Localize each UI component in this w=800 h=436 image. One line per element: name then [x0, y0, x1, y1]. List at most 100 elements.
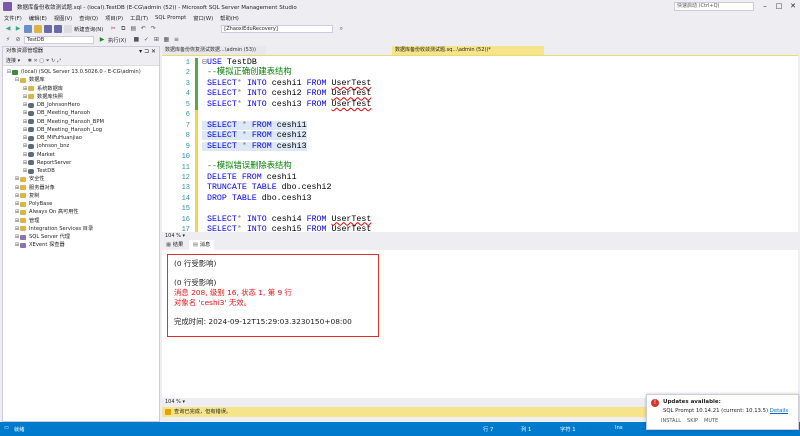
plan-icon[interactable]: ⊞ [152, 36, 160, 44]
tree-node[interactable]: ⊞ Market [3, 151, 159, 159]
tree-node-label: Always On 高可用性 [29, 209, 79, 216]
minimize-button[interactable]: – [758, 0, 772, 13]
menu-item[interactable]: 编辑(E) [29, 14, 47, 22]
tree-node[interactable]: ⊞ 服务器对象 [3, 184, 159, 192]
panel-pin-icon[interactable]: ▾ ⊐ ✕ [139, 47, 156, 56]
line-number: 5 [185, 100, 190, 109]
tree-node[interactable]: ⊟ 数据库 [3, 76, 159, 84]
editor-zoom-level[interactable]: 104 % ▾ [162, 232, 798, 240]
forward-icon[interactable]: ▶ [14, 25, 22, 33]
tree-node[interactable]: ⊞ DB_MiFuHuanjiao [3, 134, 159, 142]
execute-icon[interactable]: ▶ [98, 36, 106, 44]
misc-icon [20, 242, 26, 248]
tree-node-label: DB_JohnsonHero [37, 102, 80, 108]
tree-node[interactable]: ⊞ johnson_bnz [3, 142, 159, 150]
tree-node[interactable]: ⊞ PolyBase [3, 200, 159, 208]
folder-icon [20, 185, 26, 191]
connect-dropdown[interactable]: 连接 ▾ [6, 58, 20, 64]
new-query-button[interactable]: 新建查询(N) [74, 25, 103, 33]
parse-icon[interactable]: ✓ [142, 36, 150, 44]
stop-icon[interactable]: ■ [132, 36, 140, 44]
folder-icon [20, 226, 26, 232]
notification-action-button[interactable]: INSTALL [661, 418, 681, 424]
standard-toolbar: ◀ ▶ 新建查询(N) ✂ ⧉ ▤ ↶ ↷ [ZhaoxiEduRecovery… [0, 23, 800, 34]
redo-icon[interactable]: ↷ [149, 25, 157, 33]
new-file-icon[interactable] [24, 24, 32, 33]
code-line: DROP TABLE dbo.ceshi3 [202, 193, 312, 203]
tree-node-label: 复制 [29, 192, 40, 199]
line-number: 14 [181, 194, 190, 203]
comment-icon[interactable]: ≡ [172, 36, 180, 44]
copy-icon[interactable]: ⧉ [119, 25, 127, 33]
tree-node[interactable]: ⊞ DB_Meeting_Hansoh_Log [3, 126, 159, 134]
available-databases-combo[interactable]: TestDB [24, 35, 94, 44]
details-link[interactable]: Details [770, 408, 788, 414]
menu-item[interactable]: 帮助(H) [220, 14, 239, 22]
tree-node-label: TestDB [37, 168, 55, 174]
tab-results[interactable]: ▦ 结果 [162, 240, 187, 250]
tree-node[interactable]: ⊞ 复制 [3, 192, 159, 200]
open-folder-icon[interactable] [34, 24, 42, 33]
database-combo[interactable]: [ZhaoxiEduRecovery] [221, 24, 334, 33]
tree-node-label: 数据库 [29, 77, 45, 84]
maximize-button[interactable]: □ [772, 0, 786, 13]
code-line: --模拟正确创建表结构 [202, 68, 292, 78]
search-icon[interactable]: ⌕ [337, 25, 345, 33]
quick-launch-input[interactable]: 快速启动 (Ctrl+Q) [674, 2, 754, 11]
tree-node[interactable]: ⊞ DB_Meeting_Hansoh_BPM [3, 118, 159, 126]
connect-icon[interactable]: ⚡ [4, 36, 12, 44]
paste-icon[interactable]: ▤ [129, 25, 137, 33]
object-explorer-tree: ⊟ (local) (SQL Server 13.0.5026.0 - E-CG\… [3, 66, 159, 250]
menu-item[interactable]: 查询(Q) [79, 14, 98, 22]
tree-node[interactable]: ⊞ ReportServer [3, 159, 159, 167]
tree-node[interactable]: ⊞ 管理 [3, 217, 159, 225]
notification-action-button[interactable]: SKIP [687, 418, 698, 424]
menu-item[interactable]: 项目(P) [105, 14, 123, 22]
tree-node[interactable]: ⊟ (local) (SQL Server 13.0.5026.0 - E-CG\… [3, 68, 159, 76]
code-line: SELECT* INTO ceshi3 FROM UserTest [202, 99, 372, 109]
tree-node[interactable]: ⊞ 系统数据库 [3, 85, 159, 93]
tree-node-label: DB_MiFuHuanjiao [37, 135, 82, 141]
tree-node[interactable]: ⊞ SQL Server 代理 [3, 233, 159, 241]
menu-item[interactable]: 窗口(W) [193, 14, 213, 22]
cut-icon[interactable]: ✂ [109, 25, 117, 33]
tab-messages[interactable]: ▤ 消息 [189, 240, 215, 250]
tree-node[interactable]: ⊞ TestDB [3, 167, 159, 175]
filter-icon[interactable]: ✱ ✕ ▢ ⏷ ↻ ⤢ [28, 58, 61, 64]
tree-node-label: PolyBase [29, 201, 53, 207]
tree-node[interactable]: ⊞ 安全性 [3, 175, 159, 183]
disconnect-icon[interactable]: ⊘ [14, 36, 22, 44]
tab-recovery-test-data[interactable]: 数据库备份恢复测试数据...\admin (53)) [162, 46, 266, 55]
menu-item[interactable]: SQL Prompt [155, 15, 186, 21]
menu-item[interactable]: 文件(F) [4, 14, 22, 22]
tree-node[interactable]: ⊞ DB_Meeting_Hansoh [3, 109, 159, 117]
new-query-icon[interactable] [64, 24, 72, 33]
notification-action-button[interactable]: MUTE [704, 418, 718, 424]
object-explorer-panel: 对象资源管理器 ▾ ⊐ ✕ 连接 ▾ ✱ ✕ ▢ ⏷ ↻ ⤢ ⊟ (local) … [2, 46, 160, 422]
execute-button[interactable]: 执行(X) [108, 36, 126, 44]
tree-node[interactable]: ⊞ Integration Services 目录 [3, 225, 159, 233]
back-icon[interactable]: ◀ [4, 25, 12, 33]
tree-node[interactable]: ⊞ 数据库快照 [3, 93, 159, 101]
tree-node-label: ReportServer [37, 159, 72, 166]
save-icon[interactable] [44, 24, 52, 33]
undo-icon[interactable]: ↶ [139, 25, 147, 33]
menu-item[interactable]: 视图(V) [54, 14, 72, 22]
close-button[interactable]: ✕ [786, 0, 800, 13]
code-area[interactable]: ⊟USE TestDB --模拟正确创建表结构 SELECT* INTO ces… [202, 58, 371, 235]
menu-item[interactable]: 工具(T) [130, 14, 148, 22]
query-editor[interactable]: 1 2 3 4 5 6 7 8 9 10 11 12 13 14 15 16 17 ⊟USE TestDB --… [162, 55, 798, 235]
tree-node[interactable]: ⊞ Always On 高可用性 [3, 208, 159, 216]
tree-node[interactable]: ⊞ XEvent 探查器 [3, 241, 159, 249]
tab-backup-test[interactable]: 数据库备份收敛测试题.sq...\admin (52))* [392, 46, 544, 55]
db-icon [28, 119, 34, 125]
results-grid-icon[interactable]: ▦ [162, 36, 170, 44]
code-line: SELECT* INTO ceshi4 FROM UserTest [202, 214, 372, 224]
messages-pane[interactable]: (0 行受影响) (0 行受影响) 消息 208, 级别 16, 状态 1, 第… [162, 250, 798, 398]
save-all-icon[interactable] [54, 24, 62, 33]
db-icon [28, 102, 34, 108]
db-icon [28, 160, 34, 166]
tree-node[interactable]: ⊞ DB_JohnsonHero [3, 101, 159, 109]
code-line: SELECT * FROM ceshi3 [202, 141, 307, 151]
